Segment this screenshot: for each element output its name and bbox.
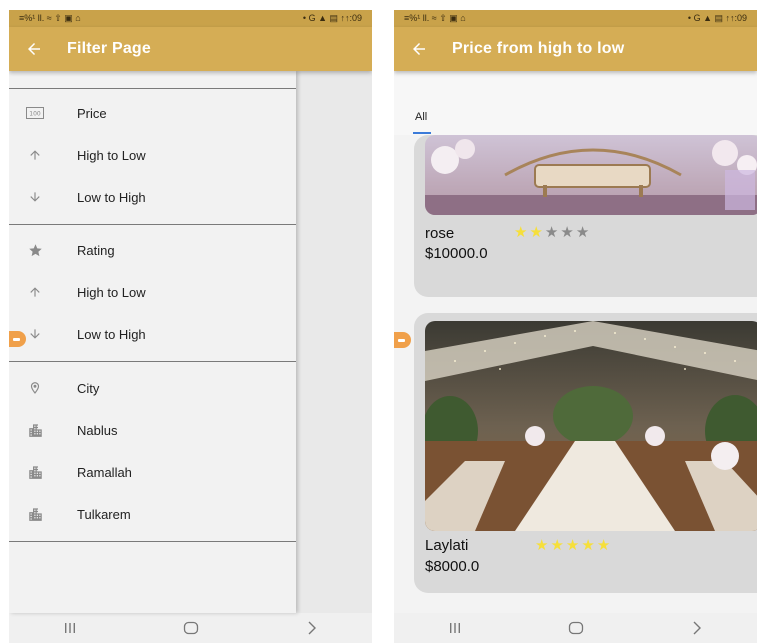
back-arrow-icon[interactable] [25,39,45,59]
price-sorted-screen: ≡%¹ ll. ≈ ⇧ ▣ ⌂ • G ▲ ▤ ↑↑:09 Price from… [394,10,757,643]
tab-bar: All [394,71,757,135]
back-nav-icon[interactable] [677,618,717,638]
status-right: • G ▲ ▤ ↑↑:09 [687,13,747,23]
divider [9,224,296,225]
city-header: City [9,373,296,403]
city-building-icon [26,463,44,481]
page-title: Price from high to low [452,40,625,57]
home-icon[interactable] [171,618,211,638]
back-nav-icon[interactable] [292,618,332,638]
city-ramallah-option[interactable]: Ramallah [9,457,296,487]
tab-indicator [413,132,431,134]
system-nav-bar [394,613,757,643]
option-label: High to Low [77,284,146,300]
venue-name: Laylati [425,537,469,554]
venue-name: rose [425,225,455,242]
city-tulkarem-option[interactable]: Tulkarem [9,499,296,529]
venue-photo-laylati [425,321,757,531]
divider [9,361,296,362]
app-bar: Filter Page [9,27,372,71]
drawer-scrim[interactable] [296,71,372,613]
arrow-down-icon [26,325,44,343]
option-label: Low to High [77,326,146,342]
price-tag-icon: 100 [26,104,44,122]
option-label: Nablus [77,422,118,438]
status-left: ≡%¹ ll. ≈ ⇧ ▣ ⌂ [19,13,81,23]
rating-stars: ★ ★ ★ ★ ★ [514,225,589,240]
city-label: City [77,380,100,396]
price-high-to-low-option[interactable]: High to Low [9,140,296,170]
price-label: Price [77,105,107,121]
price-header: 100 Price [9,98,296,128]
city-nablus-option[interactable]: Nablus [9,415,296,445]
recent-apps-icon[interactable] [50,618,90,638]
svg-text:100: 100 [29,111,41,118]
rating-label: Rating [77,242,115,258]
rating-stars: ★ ★ ★ ★ ★ [535,538,610,553]
venue-card-laylati[interactable]: Laylati ★ ★ ★ ★ ★ $8000.0 [414,313,757,593]
option-label: Ramallah [77,464,132,480]
filter-drawer: 100 Price High to Low Low to High Rating [9,71,296,613]
filter-page-screen: ≡%¹ ll. ≈ ⇧ ▣ ⌂ • G ▲ ▤ ↑↑:09 Filter Pag… [9,10,372,643]
arrow-up-icon [26,283,44,301]
system-nav-bar [9,613,372,643]
price-low-to-high-option[interactable]: Low to High [9,182,296,212]
option-label: Low to High [77,189,146,205]
venue-photo-rose [425,135,757,215]
arrow-up-icon [26,146,44,164]
star-filled-icon: ★ [535,537,549,554]
option-label: Tulkarem [77,506,131,522]
star-empty-icon: ★ [544,224,559,241]
floating-handle-icon[interactable] [9,331,26,347]
divider [9,88,296,89]
star-filled-icon: ★ [514,224,528,241]
app-bar: Price from high to low [394,27,757,71]
venue-price: $10000.0 [425,245,488,262]
rating-header: Rating [9,235,296,265]
star-empty-icon: ★ [560,224,574,241]
status-right: • G ▲ ▤ ↑↑:09 [302,13,362,23]
venue-card-rose[interactable]: rose ★ ★ ★ ★ ★ $10000.0 [414,135,757,297]
status-bar: ≡%¹ ll. ≈ ⇧ ▣ ⌂ • G ▲ ▤ ↑↑:09 [9,10,372,27]
venue-price: $8000.0 [425,558,480,575]
location-pin-icon [26,379,44,397]
home-icon[interactable] [556,618,596,638]
rating-low-to-high-option[interactable]: Low to High [9,319,296,349]
floating-handle-icon[interactable] [394,332,411,348]
status-left: ≡%¹ ll. ≈ ⇧ ▣ ⌂ [404,13,466,23]
city-building-icon [26,505,44,523]
divider [9,541,296,542]
tab-all[interactable]: All [415,111,427,123]
city-building-icon [26,421,44,439]
star-empty-icon: ★ [575,224,590,241]
option-label: High to Low [77,147,146,163]
back-arrow-icon[interactable] [410,39,430,59]
arrow-down-icon [26,188,44,206]
rating-high-to-low-option[interactable]: High to Low [9,277,296,307]
star-icon [26,241,44,259]
star-filled-icon: ★ [565,537,580,554]
star-filled-icon: ★ [581,537,595,554]
recent-apps-icon[interactable] [435,618,475,638]
star-filled-icon: ★ [529,224,543,241]
star-filled-icon: ★ [550,537,564,554]
status-bar: ≡%¹ ll. ≈ ⇧ ▣ ⌂ • G ▲ ▤ ↑↑:09 [394,10,757,27]
page-title: Filter Page [67,40,152,57]
star-filled-icon: ★ [596,537,611,554]
